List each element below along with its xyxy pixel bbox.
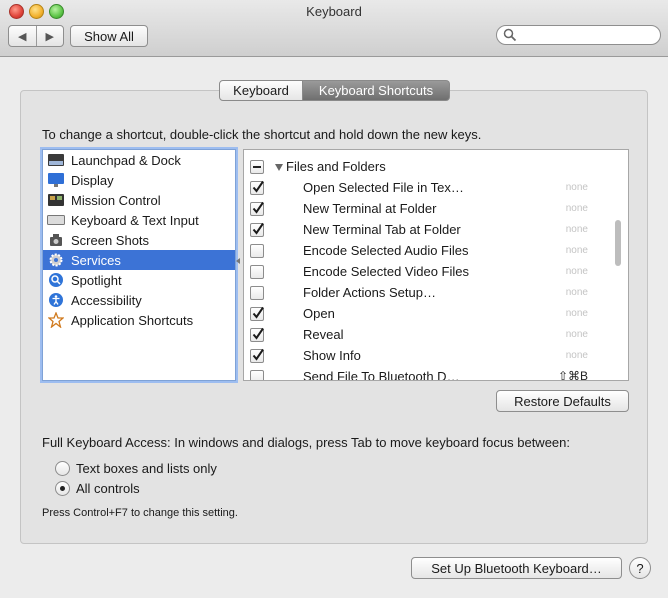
shortcut-row[interactable]: New Terminal Tab at Folder none [244,220,616,241]
category-accessibility[interactable]: Accessibility [43,290,235,310]
shortcut-key[interactable]: none [566,245,588,256]
checkbox-checked[interactable] [250,180,264,195]
radio-button[interactable] [55,461,70,476]
show-all-button[interactable]: Show All [70,25,148,47]
category-services[interactable]: Services [43,250,235,270]
shortcut-row[interactable]: Open Selected File in Tex… none [244,178,616,199]
shortcut-row[interactable]: Open none [244,304,616,325]
set-up-bluetooth-keyboard-button[interactable]: Set Up Bluetooth Keyboard… [411,557,622,579]
shortcut-label: Show Info [303,348,361,363]
spotlight-icon [47,272,65,288]
checkbox-checked[interactable] [250,201,264,216]
radio-text-boxes-only[interactable]: Text boxes and lists only [55,461,217,476]
mission-control-icon [47,192,65,208]
checkbox-checked[interactable] [250,306,264,321]
shortcut-label: Folder Actions Setup… [303,285,436,300]
shortcut-row[interactable]: New Terminal at Folder none [244,199,616,220]
tab-keyboard-shortcuts[interactable]: Keyboard Shortcuts [303,80,450,101]
display-icon [47,172,65,188]
forward-button[interactable]: ▶ [35,26,64,46]
checkbox-checked[interactable] [250,348,264,363]
shortcut-key[interactable]: ⇧⌘B [558,369,588,380]
restore-defaults-button[interactable]: Restore Defaults [496,390,629,412]
tab-keyboard[interactable]: Keyboard [219,80,303,101]
shortcut-key[interactable]: none [566,308,588,319]
shortcut-label: New Terminal Tab at Folder [303,222,461,237]
search-field[interactable] [496,25,661,45]
shortcut-label: New Terminal at Folder [303,201,437,216]
shortcut-label: Encode Selected Video Files [303,264,469,279]
shortcut-label: Open Selected File in Tex… [303,180,464,195]
full-keyboard-access-label: Full Keyboard Access: In windows and dia… [42,435,570,450]
shortcut-key[interactable]: none [566,266,588,277]
category-launchpad-dock[interactable]: Launchpad & Dock [43,150,235,170]
shortcut-key[interactable]: none [566,203,588,214]
radio-button-selected[interactable] [55,481,70,496]
shortcut-row[interactable]: Reveal none [244,325,616,346]
shortcut-key[interactable]: none [566,182,588,193]
checkbox-checked[interactable] [250,327,264,342]
search-icon [503,28,517,42]
screenshot-icon [47,232,65,248]
back-forward-control: ◀ ▶ [8,25,64,47]
checkbox[interactable] [250,244,264,258]
help-button[interactable]: ? [629,557,651,579]
shortcut-key[interactable]: none [566,350,588,361]
shortcut-key[interactable]: none [566,329,588,340]
search-input[interactable] [519,27,658,44]
category-mission-control[interactable]: Mission Control [43,190,235,210]
category-application-shortcuts[interactable]: Application Shortcuts [43,310,235,330]
keyboard-icon [47,212,65,228]
launchpad-icon [47,152,65,168]
back-button[interactable]: ◀ [9,26,36,46]
shortcut-label: Open [303,306,335,321]
list-group-header[interactable]: Files and Folders [244,157,616,178]
radio-all-controls[interactable]: All controls [55,481,140,496]
category-keyboard-text-input[interactable]: Keyboard & Text Input [43,210,235,230]
window-toolbar: Keyboard ◀ ▶ Show All [0,0,668,57]
checkbox[interactable] [250,265,264,279]
shortcut-row[interactable]: Encode Selected Audio Files none [244,241,616,262]
accessibility-icon [47,292,65,308]
window-title: Keyboard [306,4,362,19]
category-display[interactable]: Display [43,170,235,190]
checkbox[interactable] [250,370,264,380]
shortcut-row[interactable]: Folder Actions Setup… none [244,283,616,304]
shortcut-row[interactable]: Show Info none [244,346,616,367]
vertical-scrollbar[interactable] [615,220,621,266]
category-screen-shots[interactable]: Screen Shots [43,230,235,250]
shortcut-label: Reveal [303,327,344,342]
app-shortcuts-icon [47,312,65,328]
shortcut-row[interactable]: Encode Selected Video Files none [244,262,616,283]
services-gear-icon [47,252,65,268]
tab-bar: Keyboard Keyboard Shortcuts [219,80,450,101]
shortcut-label: Encode Selected Audio Files [303,243,469,258]
disclosure-triangle-icon[interactable] [275,164,283,171]
shortcut-row[interactable]: Send File To Bluetooth D… ⇧⌘B [244,367,616,381]
category-spotlight[interactable]: Spotlight [43,270,235,290]
split-view-handle[interactable] [236,258,240,264]
shortcut-key[interactable]: none [566,224,588,235]
shortcut-label: Send File To Bluetooth D… [303,369,460,381]
checkbox-checked[interactable] [250,222,264,237]
instruction-text: To change a shortcut, double-click the s… [42,127,482,142]
shortcut-category-list[interactable]: Launchpad & Dock Display Mission Control… [42,149,236,381]
checkbox[interactable] [250,286,264,300]
group-checkbox[interactable] [250,160,264,174]
shortcut-list[interactable]: Files and Folders Open Selected File in … [243,149,629,381]
shortcut-key[interactable]: none [566,287,588,298]
control-f7-hint: Press Control+F7 to change this setting. [42,507,238,519]
